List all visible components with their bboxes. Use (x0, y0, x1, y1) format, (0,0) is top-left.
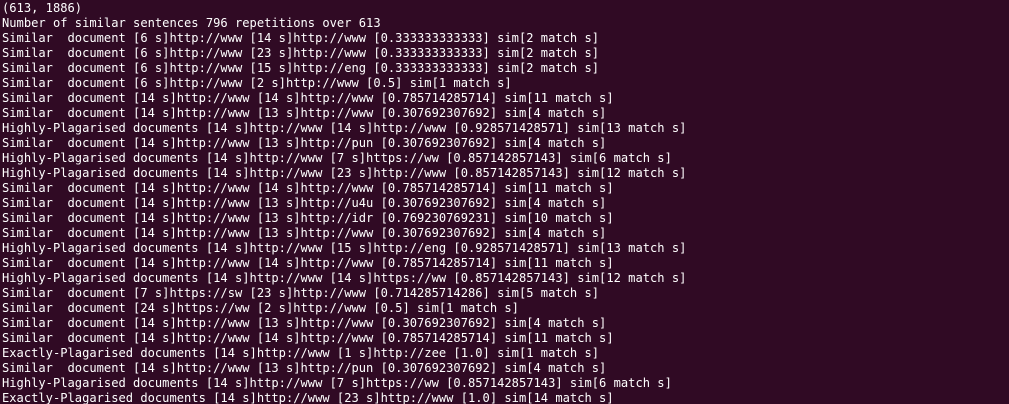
terminal-line: Similar document [14 s]http://www [14 s]… (2, 256, 614, 270)
terminal-line: Similar document [14 s]http://www [13 s]… (2, 361, 607, 375)
terminal-line: Similar document [6 s]http://www [15 s]h… (2, 61, 600, 75)
terminal-line: Highly-Plagarised documents [14 s]http:/… (2, 151, 672, 165)
terminal-window[interactable]: (613, 1886) Number of similar sentences … (0, 0, 1009, 404)
terminal-line: Highly-Plagarised documents [14 s]http:/… (2, 121, 687, 135)
terminal-line: (613, 1886) (2, 1, 83, 15)
terminal-line: Similar document [6 s]http://www [2 s]ht… (2, 76, 512, 90)
terminal-line: Similar document [14 s]http://www [14 s]… (2, 181, 614, 195)
terminal-line: Similar document [14 s]http://www [14 s]… (2, 331, 614, 345)
terminal-line: Similar document [14 s]http://www [13 s]… (2, 136, 607, 150)
terminal-line: Exactly-Plagarised documents [14 s]http:… (2, 391, 614, 404)
terminal-line: Similar document [24 s]https://ww [2 s]h… (2, 301, 519, 315)
terminal-line: Similar document [14 s]http://www [13 s]… (2, 196, 607, 210)
terminal-line: Similar document [14 s]http://www [14 s]… (2, 91, 614, 105)
terminal-line: Similar document [14 s]http://www [13 s]… (2, 211, 614, 225)
terminal-line: Highly-Plagarised documents [14 s]http:/… (2, 376, 672, 390)
terminal-line: Highly-Plagarised documents [14 s]http:/… (2, 241, 687, 255)
terminal-line: Highly-Plagarised documents [14 s]http:/… (2, 271, 687, 285)
terminal-line: Similar document [14 s]http://www [13 s]… (2, 226, 607, 240)
terminal-line: Similar document [6 s]http://www [14 s]h… (2, 31, 600, 45)
terminal-line: Similar document [14 s]http://www [13 s]… (2, 106, 607, 120)
terminal-line: Number of similar sentences 796 repetiti… (2, 16, 381, 30)
terminal-line: Similar document [14 s]http://www [13 s]… (2, 316, 607, 330)
terminal-line: Similar document [7 s]https://sw [23 s]h… (2, 286, 600, 300)
terminal-line: Exactly-Plagarised documents [14 s]http:… (2, 346, 600, 360)
terminal-line: Similar document [6 s]http://www [23 s]h… (2, 46, 600, 60)
terminal-line: Highly-Plagarised documents [14 s]http:/… (2, 166, 687, 180)
